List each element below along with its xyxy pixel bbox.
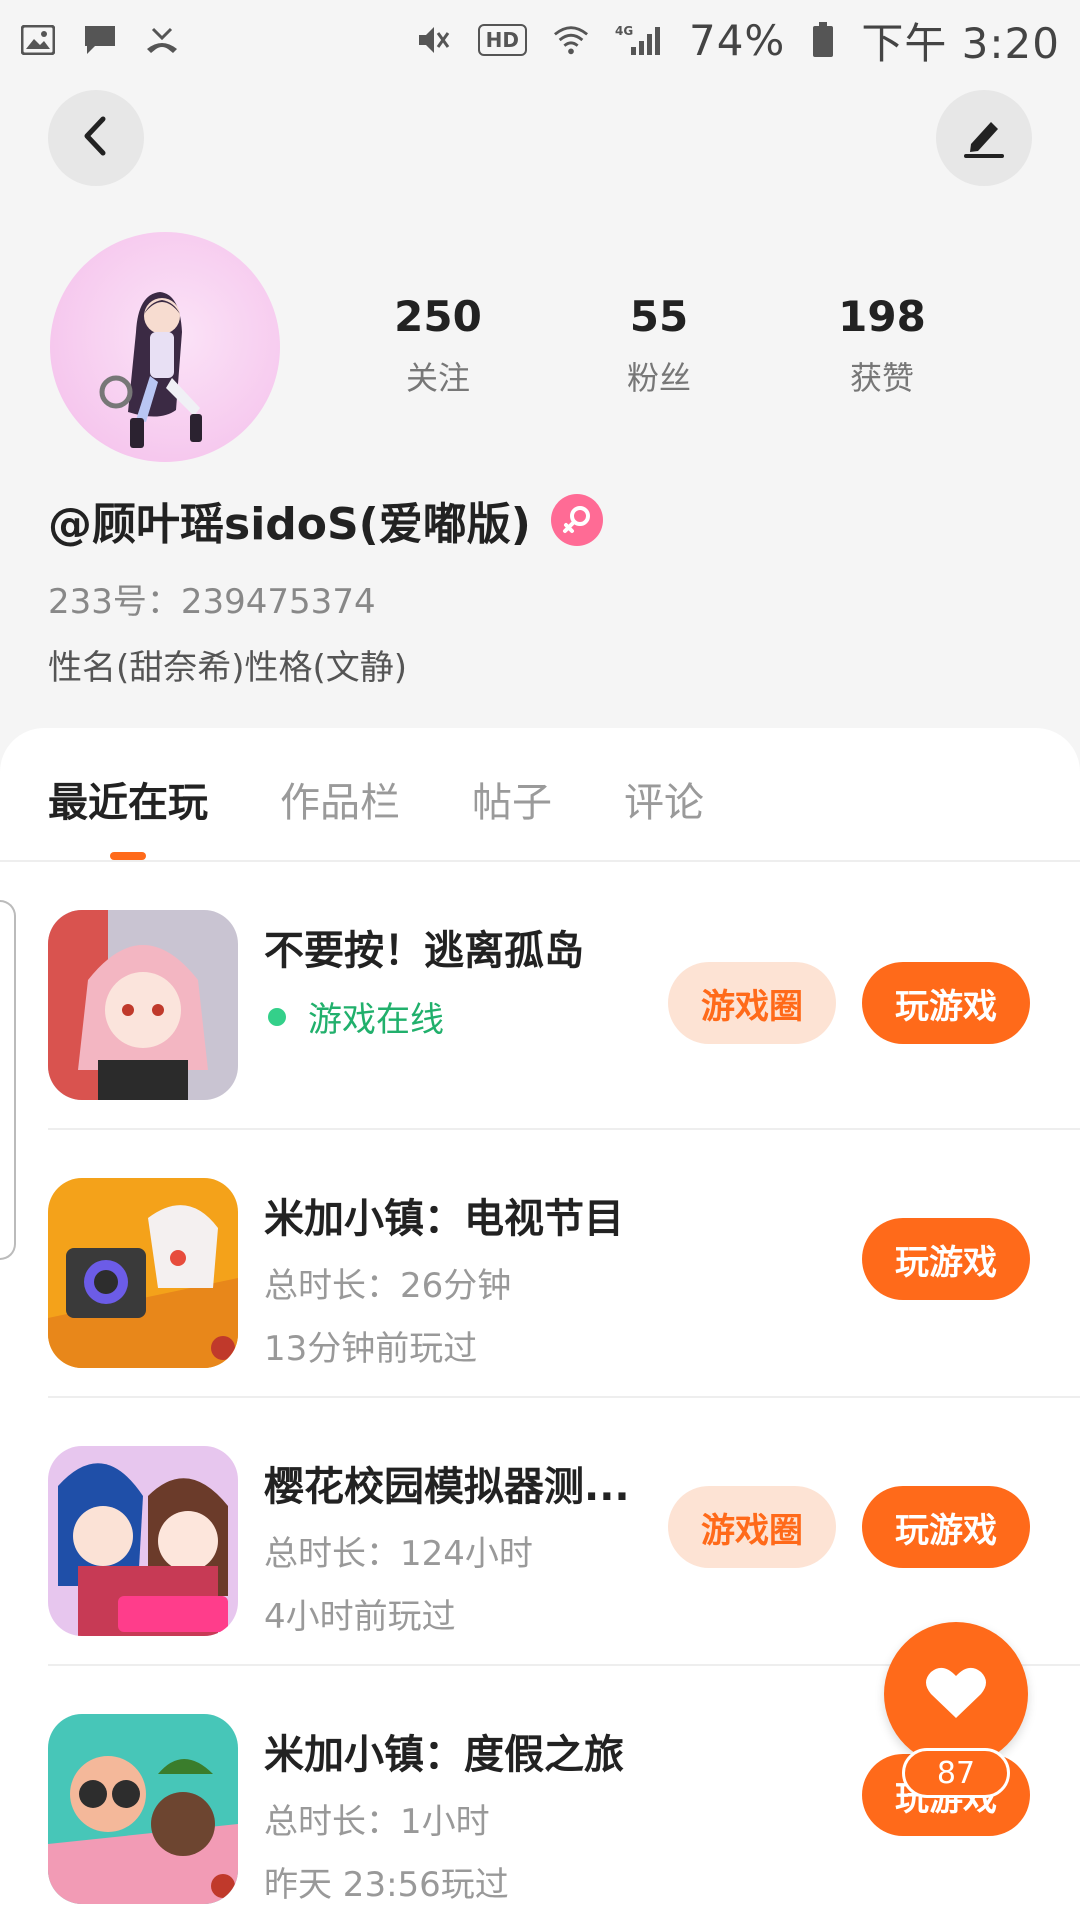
nickname-row: @顾叶瑶sidoS(爱嘟版) — [48, 488, 603, 552]
user-id: 233号：239475374 — [48, 582, 376, 622]
game-info: 樱花校园模拟器测... 总时长：124小时 4小时前玩过 — [264, 1454, 644, 1638]
status-left — [20, 22, 180, 58]
play-game-button[interactable]: 玩游戏 — [862, 962, 1030, 1044]
game-last-played: 昨天 23:56玩过 — [264, 1865, 509, 1905]
game-circle-button[interactable]: 游戏圈 — [668, 1486, 836, 1568]
battery-percent: 74% — [688, 15, 786, 65]
tab-comments[interactable]: 评论 — [624, 770, 704, 828]
online-status: 游戏在线 — [264, 992, 644, 1041]
tab-posts[interactable]: 帖子 — [472, 770, 552, 828]
signal-icon: 4G — [615, 22, 663, 58]
game-title: 米加小镇：电视节目 — [264, 1196, 624, 1242]
hd-badge: HD — [477, 24, 527, 56]
heart-icon — [925, 1664, 987, 1724]
bio: 性名(甜奈希)性格(文静) — [48, 648, 408, 688]
game-title: 不要按！逃离孤岛 — [264, 928, 584, 974]
gallery-notification-icon — [20, 22, 56, 58]
avatar[interactable] — [50, 232, 280, 462]
stat-following[interactable]: 250 关注 — [338, 292, 538, 399]
game-info: 米加小镇：度假之旅 总时长：1小时 昨天 23:56玩过 — [264, 1722, 684, 1906]
avatar-character-illustration — [99, 292, 202, 448]
battery-icon — [811, 22, 835, 58]
game-icon[interactable] — [48, 910, 238, 1100]
game-list-item[interactable]: 米加小镇：电视节目 总时长：26分钟 13分钟前玩过 玩游戏 — [48, 1132, 1080, 1398]
tab-bar: 最近在玩 作品栏 帖子 评论 — [0, 728, 1080, 862]
game-duration: 总时长：1小时 — [264, 1802, 490, 1842]
stat-value: 198 — [838, 292, 926, 341]
back-button[interactable] — [48, 90, 144, 186]
status-right: HD 4G 74% 下午 3:20 — [416, 10, 1060, 71]
like-fab-button[interactable] — [884, 1622, 1028, 1766]
game-list-item[interactable]: 樱花校园模拟器测... 总时长：124小时 4小时前玩过 游戏圈 玩游戏 — [48, 1400, 1080, 1666]
game-icon[interactable] — [48, 1446, 238, 1636]
svg-text:4G: 4G — [615, 24, 633, 38]
wifi-icon — [553, 22, 589, 58]
game-icon[interactable] — [48, 1714, 238, 1904]
game-duration: 总时长：124小时 — [264, 1534, 533, 1574]
online-label: 游戏在线 — [308, 1000, 444, 1040]
online-dot-icon — [268, 1007, 286, 1026]
game-info: 米加小镇：电视节目 总时长：26分钟 13分钟前玩过 — [264, 1186, 684, 1370]
edge-panel-handle[interactable] — [0, 900, 16, 1260]
game-last-played: 13分钟前玩过 — [264, 1329, 478, 1369]
edit-profile-button[interactable] — [936, 90, 1032, 186]
chevron-left-icon — [79, 115, 113, 161]
play-game-button[interactable]: 玩游戏 — [862, 1218, 1030, 1300]
message-notification-icon — [82, 22, 118, 58]
game-last-played: 4小时前玩过 — [264, 1597, 456, 1637]
stat-value: 250 — [394, 292, 482, 341]
stat-label: 获赞 — [849, 359, 914, 397]
status-bar: HD 4G 74% 下午 3:20 — [0, 0, 1080, 80]
tab-works[interactable]: 作品栏 — [280, 770, 400, 828]
game-duration: 总时长：26分钟 — [264, 1266, 512, 1306]
game-info: 不要按！逃离孤岛 游戏在线 — [264, 918, 644, 1041]
mute-icon — [416, 22, 452, 58]
game-circle-button[interactable]: 游戏圈 — [668, 962, 836, 1044]
like-count-badge: 87 — [902, 1748, 1010, 1798]
stat-likes[interactable]: 198 获赞 — [782, 292, 982, 399]
clock: 下午 3:20 — [861, 18, 1060, 68]
tab-recently-played[interactable]: 最近在玩 — [48, 770, 208, 828]
game-icon[interactable] — [48, 1178, 238, 1368]
stat-label: 关注 — [405, 359, 470, 397]
stat-label: 粉丝 — [626, 359, 691, 397]
game-title: 樱花校园模拟器测... — [264, 1464, 630, 1510]
nickname: @顾叶瑶sidoS(爱嘟版) — [48, 499, 531, 550]
tab-active-indicator — [110, 852, 146, 860]
game-list-item[interactable]: 不要按！逃离孤岛 游戏在线 游戏圈 玩游戏 — [48, 864, 1080, 1130]
stat-followers[interactable]: 55 粉丝 — [559, 292, 759, 399]
play-game-button[interactable]: 玩游戏 — [862, 1486, 1030, 1568]
stat-value: 55 — [629, 292, 689, 341]
edit-pencil-icon — [961, 114, 1007, 162]
missed-call-icon — [144, 22, 180, 58]
game-title: 米加小镇：度假之旅 — [264, 1732, 624, 1778]
female-gender-icon — [550, 494, 603, 546]
